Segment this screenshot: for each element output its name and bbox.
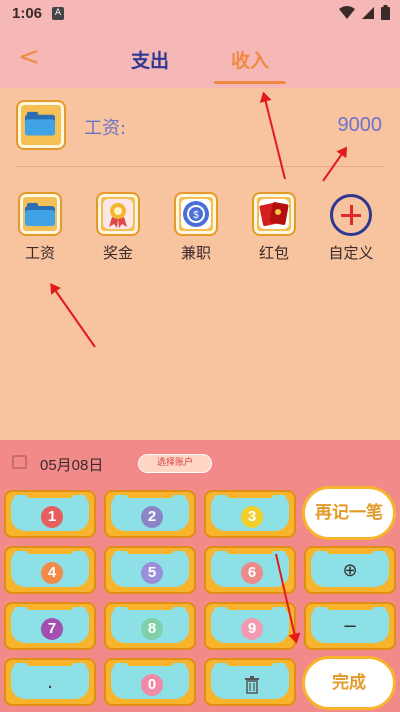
calendar-icon[interactable] bbox=[12, 455, 27, 469]
svg-text:$: $ bbox=[193, 210, 199, 221]
select-account-button[interactable]: 选择账户 bbox=[138, 454, 212, 473]
add-category-icon[interactable] bbox=[330, 194, 372, 236]
signal-icon bbox=[362, 6, 374, 19]
key-2[interactable]: 2 bbox=[104, 490, 196, 538]
folder-icon bbox=[25, 203, 55, 226]
divider bbox=[16, 166, 384, 167]
plus-key[interactable]: ⊕ bbox=[304, 546, 396, 594]
key-7[interactable]: 7 bbox=[4, 602, 96, 650]
key-4[interactable]: 4 bbox=[4, 546, 96, 594]
category-bonus-label: 奖金 bbox=[102, 244, 133, 262]
category-redpacket-button[interactable] bbox=[252, 192, 296, 236]
category-salary-label: 工资 bbox=[24, 244, 55, 262]
key-dot[interactable]: . bbox=[4, 658, 96, 706]
entry-amount: 9000 bbox=[337, 114, 383, 136]
key-0[interactable]: 0 bbox=[104, 658, 196, 706]
key-8[interactable]: 8 bbox=[104, 602, 196, 650]
category-bonus-button[interactable] bbox=[96, 192, 140, 236]
keypad: 1 2 3 再记一笔 4 5 6 ⊕ 7 8 9 − . 0 完成 bbox=[0, 486, 400, 712]
key-9[interactable]: 9 bbox=[204, 602, 296, 650]
date-value[interactable]: 05月08日 bbox=[40, 454, 103, 475]
red-packet-icon bbox=[259, 199, 289, 229]
status-icons bbox=[339, 5, 390, 20]
trash-icon bbox=[245, 676, 259, 694]
entry-category-label: 工资: bbox=[84, 118, 127, 139]
notification-icon: A bbox=[52, 7, 64, 20]
selected-category-icon bbox=[16, 100, 66, 150]
plus-icon: ⊕ bbox=[342, 560, 358, 581]
annotation-arrow-categories bbox=[50, 284, 96, 348]
active-tab-indicator bbox=[214, 81, 286, 84]
wifi-icon bbox=[339, 5, 355, 19]
status-time: 1:06 bbox=[12, 5, 43, 22]
category-custom-label[interactable]: 自定义 bbox=[316, 242, 386, 263]
key-3[interactable]: 3 bbox=[204, 490, 296, 538]
back-icon[interactable]: < bbox=[18, 42, 40, 72]
battery-icon bbox=[381, 5, 390, 20]
category-redpacket-label: 红包 bbox=[258, 244, 289, 262]
key-1[interactable]: 1 bbox=[4, 490, 96, 538]
status-bar: 1:06 A bbox=[0, 0, 400, 28]
category-salary-button[interactable] bbox=[18, 192, 62, 236]
delete-key[interactable] bbox=[204, 658, 296, 706]
category-parttime-label: 兼职 bbox=[180, 244, 211, 262]
category-parttime-button[interactable]: $ bbox=[174, 192, 218, 236]
minus-key[interactable]: − bbox=[304, 602, 396, 650]
date-bar: 05月08日 选择账户 bbox=[0, 440, 400, 486]
tab-expense[interactable]: 支出 bbox=[131, 46, 169, 73]
coin-icon: $ bbox=[181, 199, 211, 229]
award-icon bbox=[103, 199, 133, 229]
tab-income[interactable]: 收入 bbox=[231, 46, 269, 73]
header: < 支出 收入 bbox=[0, 28, 400, 88]
minus-icon: − bbox=[342, 616, 358, 637]
record-again-button[interactable]: 再记一笔 bbox=[302, 486, 396, 540]
done-button[interactable]: 完成 bbox=[302, 656, 396, 710]
key-5[interactable]: 5 bbox=[104, 546, 196, 594]
